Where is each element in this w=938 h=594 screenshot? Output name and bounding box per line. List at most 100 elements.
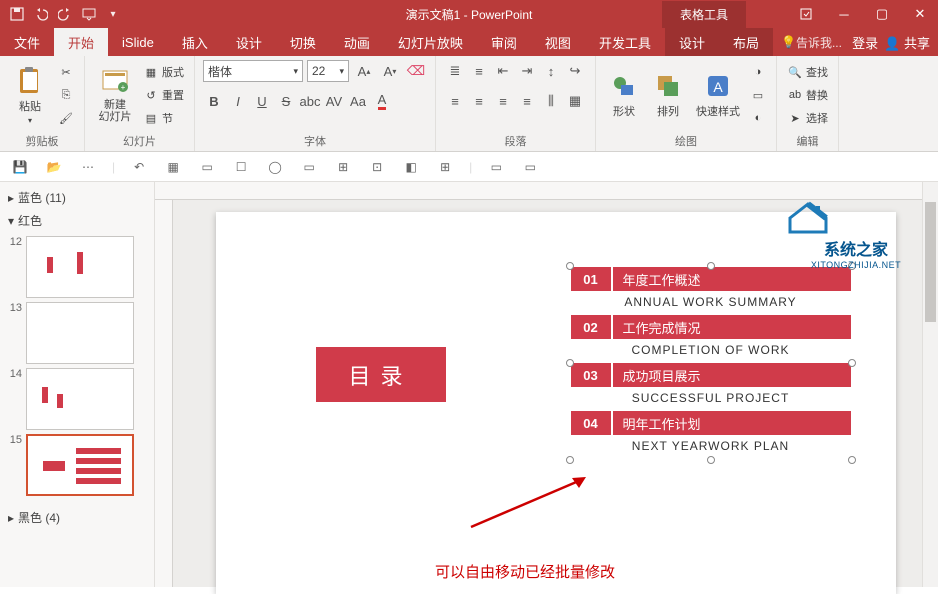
tell-me-search[interactable]: 💡 告诉我... [781,28,842,56]
open-icon[interactable]: 📂 [44,157,64,177]
format-painter-button[interactable]: 🖌 [56,108,76,128]
scroll-thumb[interactable] [925,202,936,322]
tool-icon[interactable]: ▦ [163,157,183,177]
toc-table[interactable]: 01年度工作概述ANNUAL WORK SUMMARY02工作完成情况COMPL… [571,267,851,459]
find-button[interactable]: 🔍查找 [785,62,830,82]
shadow-button[interactable]: abc [299,90,321,112]
tab-islide[interactable]: iSlide [108,28,168,56]
indent-left-button[interactable]: ⇤ [492,60,514,82]
bold-button[interactable]: B [203,90,225,112]
tool-icon[interactable]: ▭ [520,157,540,177]
grow-font-button[interactable]: A▴ [353,60,375,82]
shape-fill-button[interactable]: ◑ [748,62,768,82]
tool-icon[interactable]: ↶ [129,157,149,177]
font-size-select[interactable]: 22▾ [307,60,349,82]
tab-design[interactable]: 设计 [222,28,276,56]
italic-button[interactable]: I [227,90,249,112]
section-black[interactable]: ▸黑色 (4) [6,506,148,529]
slide-nav-pane[interactable]: ▸蓝色 (11) ▾红色 12 13 14 15 ▸黑色 (4) [0,182,155,587]
more-icon[interactable]: ⋯ [78,157,98,177]
thumb-14[interactable]: 14 [6,368,148,430]
new-slide-icon: + [100,67,130,97]
tool-icon[interactable]: ⊞ [435,157,455,177]
shape-outline-button[interactable]: ▭ [748,85,768,105]
shrink-font-button[interactable]: A▾ [379,60,401,82]
close-button[interactable]: ✕ [902,0,938,28]
numbering-button[interactable]: ≡ [468,60,490,82]
tab-home[interactable]: 开始 [54,28,108,56]
section-button[interactable]: ▤节 [141,108,186,128]
paste-button[interactable]: 粘贴▾ [8,60,52,130]
tab-slideshow[interactable]: 幻灯片放映 [384,28,477,56]
smartart-button[interactable]: ▦ [564,90,586,112]
save-icon[interactable] [8,5,26,23]
thumb-12[interactable]: 12 [6,236,148,298]
tool-icon[interactable]: ◧ [401,157,421,177]
tool-icon[interactable]: ◯ [265,157,285,177]
tool-icon[interactable]: ☐ [231,157,251,177]
quickstyles-button[interactable]: A快速样式 [692,60,744,130]
select-button[interactable]: ➤选择 [785,108,830,128]
ribbon-options-icon[interactable] [788,0,824,28]
share-button[interactable]: 👤 共享 [884,33,930,52]
case-button[interactable]: Aa [347,90,369,112]
save-icon[interactable]: 💾 [10,157,30,177]
tab-animations[interactable]: 动画 [330,28,384,56]
thumb-13[interactable]: 13 [6,302,148,364]
toc-num: 03 [571,363,613,387]
tool-icon[interactable]: ▭ [197,157,217,177]
font-color-button[interactable]: A [371,90,393,112]
justify-button[interactable]: ≡ [516,90,538,112]
arrange-button[interactable]: 排列 [648,60,688,130]
new-slide-button[interactable]: + 新建 幻灯片 [93,60,137,130]
undo-icon[interactable] [32,5,50,23]
font-name-select[interactable]: 楷体▾ [203,60,303,82]
text-direction-button[interactable]: ↪ [564,60,586,82]
tool-icon[interactable]: ⊡ [367,157,387,177]
reset-button[interactable]: ↺重置 [141,85,186,105]
replace-button[interactable]: ab替换 [785,85,830,105]
toc-row[interactable]: 01年度工作概述 [571,267,851,291]
signin-link[interactable]: 登录 [852,33,878,52]
redo-icon[interactable] [56,5,74,23]
thumb-15[interactable]: 15 [6,434,148,496]
toc-title-box[interactable]: 目录 [316,347,446,402]
toc-row[interactable]: 03成功项目展示 [571,363,851,387]
spacing-button[interactable]: AV [323,90,345,112]
cut-button[interactable]: ✂ [56,62,76,82]
align-right-button[interactable]: ≡ [492,90,514,112]
tool-icon[interactable]: ▭ [486,157,506,177]
strike-button[interactable]: S [275,90,297,112]
tab-layout[interactable]: 布局 [719,28,773,56]
toc-row[interactable]: 04明年工作计划 [571,411,851,435]
shape-effects-button[interactable]: ◐ [748,108,768,128]
clear-format-button[interactable]: ⌫ [405,60,427,82]
section-blue[interactable]: ▸蓝色 (11) [6,186,148,209]
tab-review[interactable]: 审阅 [477,28,531,56]
align-center-button[interactable]: ≡ [468,90,490,112]
tab-table-design[interactable]: 设计 [665,28,719,56]
start-slideshow-icon[interactable] [80,5,98,23]
bullets-button[interactable]: ≣ [444,60,466,82]
tool-icon[interactable]: ⊞ [333,157,353,177]
tab-transitions[interactable]: 切换 [276,28,330,56]
section-red[interactable]: ▾红色 [6,209,148,232]
indent-right-button[interactable]: ⇥ [516,60,538,82]
underline-button[interactable]: U [251,90,273,112]
tab-developer[interactable]: 开发工具 [585,28,665,56]
tab-insert[interactable]: 插入 [168,28,222,56]
tab-file[interactable]: 文件 [0,28,54,56]
toc-row[interactable]: 02工作完成情况 [571,315,851,339]
tab-view[interactable]: 视图 [531,28,585,56]
maximize-button[interactable]: ▢ [864,0,900,28]
replace-icon: ab [787,87,803,103]
line-spacing-button[interactable]: ↕ [540,60,562,82]
align-left-button[interactable]: ≡ [444,90,466,112]
copy-button[interactable]: ⎘ [56,85,76,105]
layout-button[interactable]: ▦版式 [141,62,186,82]
columns-button[interactable]: ⫼ [540,90,562,112]
shapes-button[interactable]: 形状 [604,60,644,130]
tool-icon[interactable]: ▭ [299,157,319,177]
minimize-button[interactable]: ─ [826,0,862,28]
qat-more-icon[interactable]: ▾ [104,5,122,23]
